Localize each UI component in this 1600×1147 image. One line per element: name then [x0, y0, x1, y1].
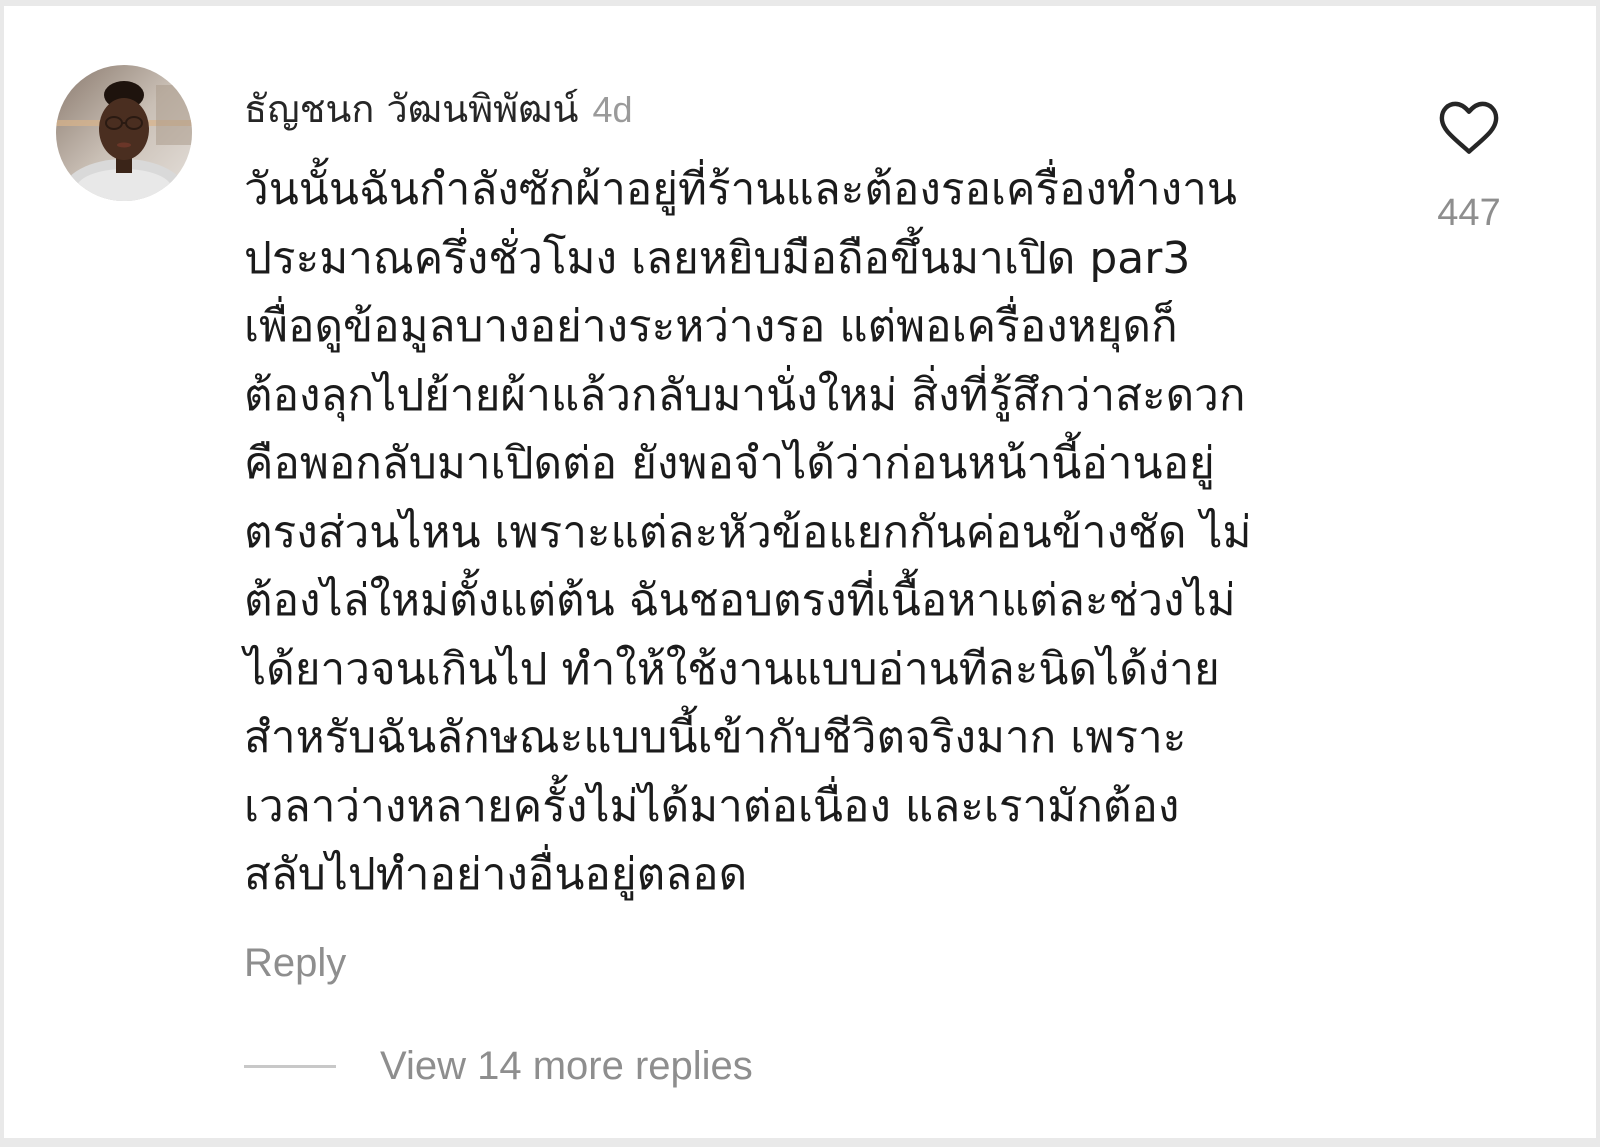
- timestamp: 4d: [592, 89, 633, 130]
- comment-card: ธัญชนก วัฒนพิพัฒน์ 4d วันนั้นฉันกำลังซักผ…: [4, 6, 1596, 1138]
- avatar[interactable]: [56, 65, 192, 201]
- username[interactable]: ธัญชนก วัฒนพิพัฒน์: [244, 87, 578, 131]
- reply-button[interactable]: Reply: [244, 941, 346, 986]
- view-replies-row[interactable]: View 14 more replies: [244, 1044, 753, 1089]
- heart-outline-icon[interactable]: [1438, 96, 1500, 158]
- like-count: 447: [1437, 192, 1501, 234]
- comment-text: วันนั้นฉันกำลังซักผ้าอยู่ที่ร้านและต้องร…: [244, 164, 1252, 900]
- comment-header: ธัญชนก วัฒนพิพัฒน์ 4d: [244, 78, 633, 139]
- view-replies-button[interactable]: View 14 more replies: [380, 1044, 753, 1089]
- avatar-photo: [56, 65, 192, 201]
- replies-divider: [244, 1065, 336, 1068]
- like-area: 447: [1424, 96, 1514, 235]
